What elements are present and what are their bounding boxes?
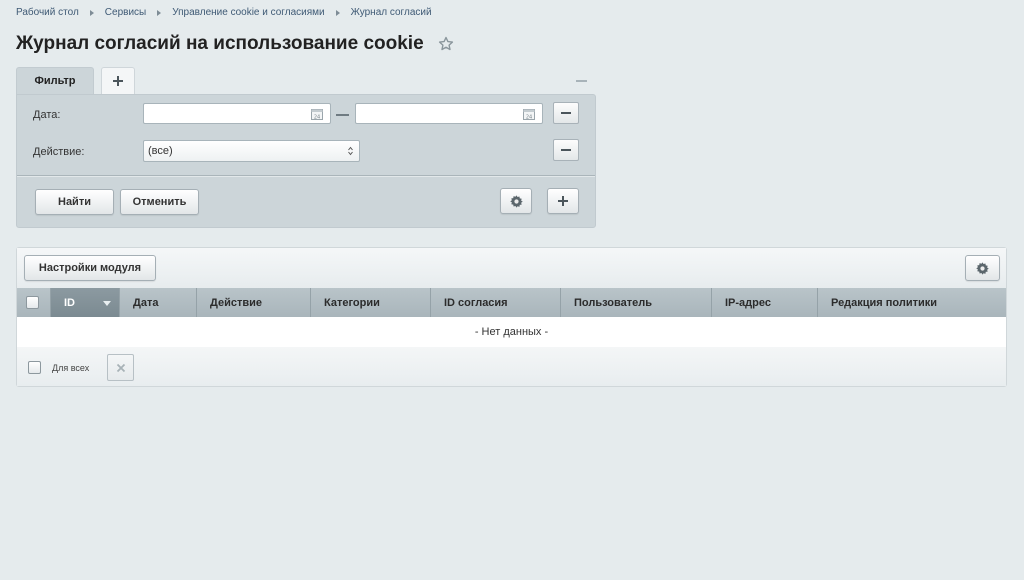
grid-footer: Для всех	[17, 347, 1006, 386]
breadcrumb: Рабочий стол Сервисы Управление cookie и…	[16, 7, 432, 18]
empty-table-message: - Нет данных -	[17, 317, 1006, 347]
plus-icon	[113, 76, 123, 86]
breadcrumb-item-services[interactable]: Сервисы	[105, 7, 146, 18]
date-label: Дата:	[33, 109, 61, 121]
date-to-field[interactable]: 24	[355, 103, 543, 124]
gear-icon	[976, 261, 989, 275]
column-header-label: Редакция политики	[831, 296, 938, 309]
module-settings-button[interactable]: Настройки модуля	[24, 255, 156, 281]
find-button[interactable]: Найти	[35, 189, 114, 215]
action-select[interactable]: (все)	[143, 140, 360, 162]
add-filter-field-button[interactable]	[547, 188, 579, 214]
filter-divider	[17, 175, 595, 176]
select-all-checkbox[interactable]	[26, 296, 39, 309]
tab-filter[interactable]: Фильтр	[16, 67, 94, 95]
date-range-dash	[336, 114, 349, 116]
filter-panel: Дата: 24 24 Действие: (все) Найти Отмени…	[16, 94, 596, 228]
remove-date-field-button[interactable]	[553, 102, 579, 124]
plus-icon	[558, 196, 568, 206]
action-select-value: (все)	[148, 145, 173, 157]
column-header-consent-id[interactable]: ID согласия	[431, 288, 561, 317]
column-header-action[interactable]: Действие	[197, 288, 311, 317]
column-header-label: Действие	[210, 296, 262, 309]
select-arrows-icon	[348, 146, 353, 156]
close-icon	[116, 363, 125, 372]
gear-icon	[509, 194, 523, 208]
column-header-id[interactable]: ID	[51, 288, 120, 317]
breadcrumb-separator-icon	[89, 9, 94, 16]
filter-settings-button[interactable]	[500, 188, 532, 214]
breadcrumb-item-consent-log[interactable]: Журнал согласий	[351, 7, 432, 18]
minus-icon	[561, 112, 571, 114]
column-header-ip[interactable]: IP-адрес	[712, 288, 818, 317]
add-filter-tab-button[interactable]	[101, 67, 135, 94]
minus-icon	[561, 149, 571, 151]
column-header-date[interactable]: Дата	[120, 288, 197, 317]
for-all-checkbox[interactable]	[28, 361, 41, 374]
breadcrumb-separator-icon	[157, 9, 162, 16]
breadcrumb-separator-icon	[335, 9, 340, 16]
select-all-header	[17, 288, 51, 317]
column-header-label: IP-адрес	[725, 296, 771, 309]
filter-collapse-icon[interactable]	[576, 80, 587, 82]
breadcrumb-item-desktop[interactable]: Рабочий стол	[16, 7, 79, 18]
remove-action-field-button[interactable]	[553, 139, 579, 161]
column-header-categories[interactable]: Категории	[311, 288, 431, 317]
grid-toolbar: Настройки модуля	[17, 248, 1006, 288]
column-header-user[interactable]: Пользователь	[561, 288, 712, 317]
action-label: Действие:	[33, 146, 85, 158]
calendar-icon[interactable]: 24	[311, 108, 323, 120]
page-title: Журнал согласий на использование cookie	[16, 33, 454, 55]
column-header-label: Категории	[324, 296, 380, 309]
column-header-label: Пользователь	[574, 296, 653, 309]
sort-desc-icon	[103, 301, 111, 306]
grid-panel: Настройки модуля ID Дата Действие Катего…	[16, 247, 1007, 387]
grid-header: ID Дата Действие Категории ID согласия П…	[17, 288, 1006, 317]
column-header-policy-revision[interactable]: Редакция политики	[818, 288, 1006, 317]
svg-text:24: 24	[526, 115, 532, 121]
cancel-button[interactable]: Отменить	[120, 189, 199, 215]
for-all-label: Для всех	[52, 362, 90, 373]
star-icon[interactable]	[438, 36, 454, 52]
svg-text:24: 24	[314, 115, 320, 121]
column-header-label: ID согласия	[444, 296, 508, 309]
page-title-text: Журнал согласий на использование cookie	[16, 33, 424, 54]
column-header-label: Дата	[133, 296, 159, 309]
calendar-icon[interactable]: 24	[523, 108, 535, 120]
date-from-field[interactable]: 24	[143, 103, 331, 124]
filter-tabs: Фильтр	[16, 67, 135, 95]
delete-button[interactable]	[107, 354, 134, 381]
breadcrumb-item-cookie-management[interactable]: Управление cookie и согласиями	[172, 7, 324, 18]
grid-settings-button[interactable]	[965, 255, 1000, 281]
for-all-toggle[interactable]: Для всех	[28, 361, 89, 374]
column-header-label: ID	[64, 296, 75, 309]
